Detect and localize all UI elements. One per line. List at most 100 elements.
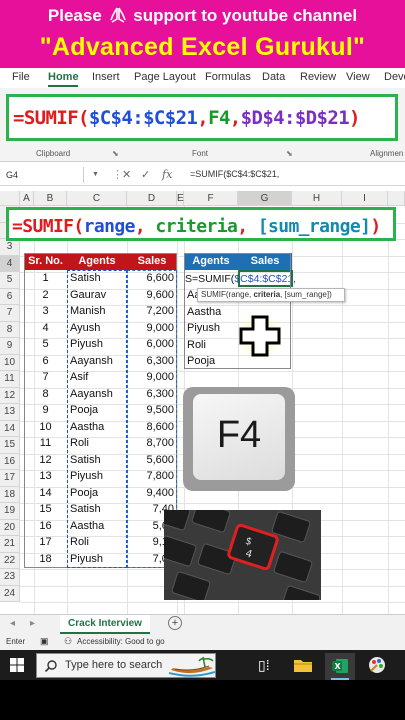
col-header-a[interactable]: A — [20, 191, 34, 206]
row-header[interactable]: 8 — [0, 321, 20, 338]
syntax-close: ) — [370, 216, 381, 237]
row-header[interactable]: 21 — [0, 536, 20, 553]
banner-channel-name: "Advanced Excel Gurukul" — [39, 33, 366, 61]
function-tooltip[interactable]: SUMIF(range, criteria, [sum_range]) — [197, 288, 345, 302]
paint-app-icon[interactable] — [367, 655, 387, 675]
row-header[interactable]: 6 — [0, 288, 20, 305]
tab-data[interactable]: Data — [262, 71, 285, 83]
col-header-d[interactable]: D — [127, 191, 177, 206]
row-header[interactable]: 13 — [0, 404, 20, 421]
name-box[interactable]: G4 — [4, 167, 84, 183]
col-header-g[interactable]: G — [238, 191, 292, 206]
syntax-sum-range: [sum_range] — [257, 216, 371, 237]
formula-overlay: =SUMIF($C$4:$C$21,F4,$D$4:$D$21) — [6, 94, 398, 141]
font-launcher-icon[interactable]: ⬊ — [286, 149, 293, 158]
banner-line-1: Please support to youtube channel — [0, 6, 405, 26]
taskbar-search-box[interactable]: Type here to search — [36, 653, 216, 678]
row-header[interactable]: 23 — [0, 569, 20, 586]
range-highlight-agents — [67, 270, 127, 568]
row-header[interactable]: 7 — [0, 305, 20, 322]
file-explorer-icon[interactable] — [293, 657, 313, 673]
col-header-e[interactable]: E — [177, 191, 184, 206]
row-header[interactable]: 12 — [0, 387, 20, 404]
tab-insert[interactable]: Insert — [92, 71, 120, 83]
windows-start-icon[interactable] — [10, 658, 24, 672]
row-header[interactable]: 20 — [0, 519, 20, 536]
accessibility-status[interactable]: Accessibility: Good to go — [77, 637, 165, 646]
col-header-f[interactable]: F — [184, 191, 238, 206]
tab-review[interactable]: Review — [300, 71, 336, 83]
enter-icon[interactable]: ✓ — [141, 168, 150, 181]
add-sheet-icon[interactable]: + — [168, 616, 182, 630]
praying-hands-icon — [107, 6, 129, 26]
keyboard-photo: $ 4 — [164, 510, 321, 600]
row-header[interactable]: 10 — [0, 354, 20, 371]
row-header[interactable]: 24 — [0, 585, 20, 602]
group-clipboard-label: Clipboard — [36, 149, 71, 158]
col-header-b[interactable]: B — [34, 191, 67, 206]
formula-overlay-text: =SUMIF($C$4:$C$21,F4,$D$4:$D$21) — [13, 107, 360, 129]
excel-taskbar-button[interactable]: X — [325, 653, 355, 680]
row-header[interactable]: 15 — [0, 437, 20, 454]
syntax-sep: , — [134, 216, 156, 237]
tab-home[interactable]: Home — [48, 71, 79, 83]
row-header[interactable]: 4 — [0, 255, 20, 272]
syntax-overlay: =SUMIF(range, criteria, [sum_range]) — [6, 207, 396, 241]
sheet-tab-bar: ◂ ▸ Crack Interview + — [0, 614, 405, 634]
f4-key-image: F4 — [183, 387, 295, 491]
name-box-dropdown-icon[interactable]: ▼ — [92, 171, 99, 178]
banner-support-text: support to youtube channel — [133, 6, 358, 25]
tab-file[interactable]: File — [12, 71, 30, 83]
syntax-range: range — [83, 216, 136, 237]
row-header[interactable]: 18 — [0, 486, 20, 503]
row-header[interactable]: 11 — [0, 371, 20, 388]
row-header[interactable]: 19 — [0, 503, 20, 520]
row-header[interactable]: 3 — [0, 239, 20, 256]
svg-text:X: X — [335, 662, 342, 671]
col-header-h[interactable]: H — [292, 191, 342, 206]
search-icon — [45, 660, 57, 672]
search-placeholder: Type here to search — [65, 659, 163, 671]
row-header[interactable]: 5 — [0, 272, 20, 289]
col-header-j[interactable] — [388, 191, 405, 206]
select-all-corner[interactable] — [0, 191, 20, 206]
bottom-black-bar — [0, 680, 405, 720]
tab-developer[interactable]: Deve — [384, 71, 405, 83]
row-header[interactable]: 14 — [0, 420, 20, 437]
edit-sep: , — [293, 273, 295, 285]
search-highlight-boat-icon — [169, 656, 215, 677]
plus-cursor-icon — [236, 312, 284, 360]
row-header[interactable]: 9 — [0, 338, 20, 355]
group-alignment-label: Alignmen — [370, 149, 404, 158]
syntax-criteria: criteria — [155, 216, 238, 237]
tooltip-criteria: criteria — [253, 290, 281, 299]
clipboard-launcher-icon[interactable]: ⬊ — [112, 149, 119, 158]
scroll-left-icon[interactable]: ◂ — [10, 618, 15, 629]
row-header[interactable]: 17 — [0, 470, 20, 487]
sheet-tab-crack-interview[interactable]: Crack Interview — [60, 615, 150, 634]
row-header[interactable]: 16 — [0, 453, 20, 470]
tab-page-layout[interactable]: Page Layout — [134, 71, 196, 83]
banner-please: Please — [47, 6, 102, 25]
insert-function-icon[interactable]: fx — [162, 168, 172, 181]
task-view-icon[interactable]: ▯⁞ — [258, 657, 270, 674]
scroll-right-icon[interactable]: ▸ — [30, 618, 35, 629]
formula-range-arg: $C$4:$C$21 — [88, 107, 198, 129]
col-header-c[interactable]: C — [67, 191, 127, 206]
gridline — [20, 602, 405, 603]
status-bar: Enter ▣ ⚇ Accessibility: Good to go — [0, 634, 405, 650]
formula-bar: G4 ▼ ⋮ ✕ ✓ fx =SUMIF($C$4:$C$21, — [0, 164, 405, 186]
f4-key-label: F4 — [216, 414, 262, 456]
formula-input[interactable]: =SUMIF($C$4:$C$21, — [190, 169, 279, 179]
tab-view[interactable]: View — [346, 71, 370, 83]
col-header-i[interactable]: I — [342, 191, 388, 206]
macro-record-icon[interactable]: ▣ — [40, 636, 49, 647]
formula-sep: , — [197, 107, 209, 129]
tab-formulas[interactable]: Formulas — [205, 71, 251, 83]
tooltip-rest: , [sum_range]) — [280, 290, 332, 299]
cancel-icon[interactable]: ✕ — [122, 168, 131, 181]
tooltip-func: SUMIF(range, — [201, 290, 254, 299]
accessibility-icon[interactable]: ⚇ — [64, 636, 72, 647]
row-header[interactable]: 22 — [0, 552, 20, 569]
syntax-sep: , — [237, 216, 258, 237]
